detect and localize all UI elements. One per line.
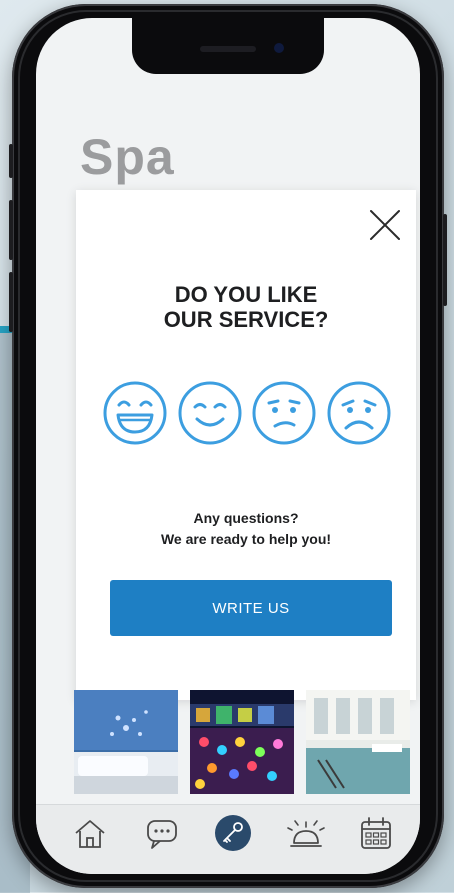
key-icon xyxy=(215,815,251,851)
unsure-face-icon xyxy=(252,381,316,445)
chat-icon xyxy=(147,820,177,849)
help-text: Any questions? We are ready to help you! xyxy=(76,508,416,550)
sad-face-icon xyxy=(327,381,391,445)
help-text-line2: We are ready to help you! xyxy=(160,531,332,547)
tab-key[interactable] xyxy=(213,813,253,853)
tab-chat[interactable] xyxy=(142,813,182,853)
phone-notch xyxy=(132,18,324,74)
tab-reception[interactable] xyxy=(286,813,326,853)
feedback-question: DO YOU LIKE OUR SERVICE? xyxy=(76,282,416,332)
phone-volume-down-button xyxy=(9,272,13,332)
indoor-pool-photo xyxy=(306,690,410,794)
reception-bell-icon xyxy=(287,820,325,847)
photo-gallery xyxy=(74,690,410,820)
rating-sad-button[interactable] xyxy=(326,380,392,446)
feedback-question-line2: OUR SERVICE? xyxy=(163,307,329,332)
phone-silent-switch xyxy=(9,144,13,178)
rating-faces xyxy=(102,380,392,446)
earpiece-speaker xyxy=(200,46,256,52)
help-text-line1: Any questions? xyxy=(193,510,299,526)
feedback-question-line1: DO YOU LIKE xyxy=(174,282,318,307)
gallery-photo-indoor-pool[interactable] xyxy=(306,690,410,794)
write-us-button[interactable]: WRITE US xyxy=(110,580,392,636)
phone-volume-up-button xyxy=(9,200,13,260)
rating-unsure-button[interactable] xyxy=(251,380,317,446)
tab-home[interactable] xyxy=(70,813,110,853)
front-camera xyxy=(274,43,284,53)
tab-calendar[interactable] xyxy=(356,813,396,853)
home-icon xyxy=(75,820,105,848)
illuminated-square-photo xyxy=(190,690,294,794)
gallery-photo-illuminated-square[interactable] xyxy=(190,690,294,794)
page-title: Spa xyxy=(80,129,175,185)
bottom-tab-bar xyxy=(36,804,420,874)
hotel-room-photo xyxy=(74,690,178,794)
rating-happy-button[interactable] xyxy=(177,380,243,446)
calendar-icon xyxy=(361,817,391,849)
gallery-photo-hotel-room[interactable] xyxy=(74,690,178,794)
close-icon xyxy=(370,210,400,240)
feedback-modal: DO YOU LIKE OUR SERVICE? Any questions? … xyxy=(76,190,416,700)
very-happy-face-icon xyxy=(103,381,167,445)
happy-face-icon xyxy=(178,381,242,445)
close-button[interactable] xyxy=(368,208,402,242)
phone-frame: Spa DO YOU LIKE OUR SERVICE? Any questio… xyxy=(9,4,447,888)
phone-screen: Spa DO YOU LIKE OUR SERVICE? Any questio… xyxy=(36,18,420,874)
phone-power-button xyxy=(443,214,447,306)
rating-very-happy-button[interactable] xyxy=(102,380,168,446)
